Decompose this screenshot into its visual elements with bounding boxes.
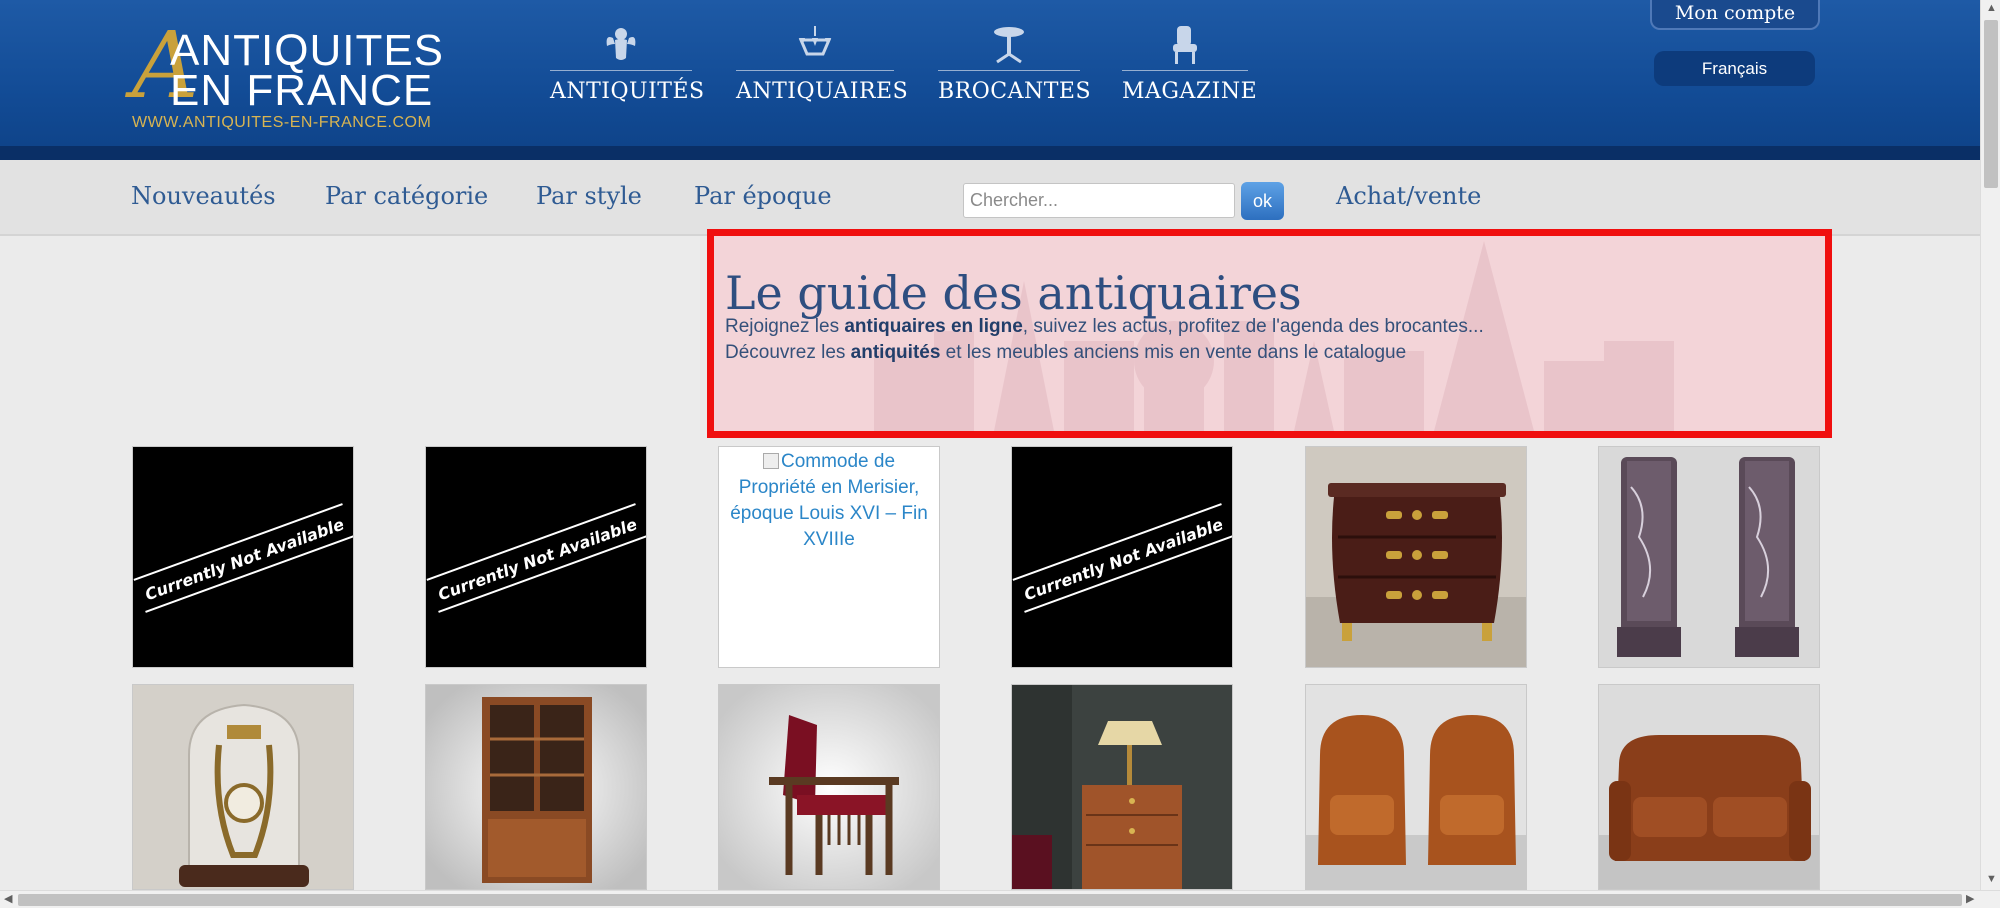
scroll-down-arrow-icon[interactable]: ▼ — [1986, 874, 1997, 885]
leather-armchairs-photo — [1306, 685, 1526, 889]
nav-label: ANTIQUITÉS — [550, 79, 705, 104]
commode-photo — [1306, 447, 1526, 667]
search-ok-button[interactable]: ok — [1241, 182, 1284, 220]
nav-divider — [938, 70, 1080, 71]
reclining-chair-photo — [719, 685, 939, 889]
broken-image-icon — [762, 453, 779, 469]
product-tile[interactable] — [1011, 684, 1233, 890]
nav-label: ANTIQUAIRES — [736, 79, 909, 104]
subnav-par-epoque[interactable]: Par époque — [694, 182, 832, 210]
product-tile[interactable] — [132, 684, 354, 890]
svg-text:Currently Not Available: Currently Not Available — [1022, 514, 1226, 604]
header-stripe — [0, 146, 1980, 160]
logo-url: WWW.ANTIQUITES-EN-FRANCE.COM — [132, 114, 432, 131]
scroll-up-arrow-icon[interactable]: ▲ — [1986, 3, 1997, 14]
banner-text-line-1: Rejoignez les antiquaires en ligne, suiv… — [725, 316, 1484, 337]
svg-text:Currently Not Available: Currently Not Available — [143, 514, 347, 604]
product-tile[interactable]: Currently Not Available — [425, 446, 647, 668]
nav-divider — [1122, 70, 1248, 71]
link-antiquaires-en-ligne[interactable]: antiquaires en ligne — [844, 316, 1022, 337]
leather-sofa-photo — [1599, 685, 1819, 889]
bedside-table-photo — [1012, 685, 1232, 889]
scroll-right-arrow-icon[interactable]: ▶ — [1966, 894, 1974, 905]
product-tile[interactable]: Currently Not Available — [1011, 446, 1233, 668]
product-tile[interactable] — [1305, 446, 1527, 668]
product-tile[interactable] — [1598, 446, 1820, 668]
product-tile[interactable] — [1305, 684, 1527, 890]
scroll-left-arrow-icon[interactable]: ◀ — [4, 894, 12, 905]
nav-label: MAGAZINE — [1122, 79, 1258, 104]
subnav-achat-vente[interactable]: Achat/vente — [1336, 182, 1481, 210]
vertical-scrollbar[interactable]: ▲ ▼ — [1980, 0, 2000, 890]
product-tile[interactable] — [718, 684, 940, 890]
site-header: A ANTIQUITES EN FRANCE WWW.ANTIQUITES-EN… — [0, 0, 1980, 160]
cherub-icon — [606, 28, 636, 60]
svg-text:Currently Not Available: Currently Not Available — [436, 514, 640, 604]
nav-antiquites[interactable]: ANTIQUITÉS — [550, 24, 705, 114]
site-logo[interactable]: A ANTIQUITES EN FRANCE WWW.ANTIQUITES-EN… — [130, 20, 450, 136]
product-image-alt-text[interactable]: Commode de Propriété en Merisier, époque… — [719, 449, 939, 553]
subnav-par-style[interactable]: Par style — [536, 182, 642, 210]
banner-title: Le guide des antiquaires — [725, 266, 1302, 320]
nav-label: BROCANTES — [938, 79, 1092, 104]
nav-divider — [736, 70, 894, 71]
account-button[interactable]: Mon compte — [1650, 0, 1820, 30]
marble-columns-photo — [1599, 447, 1819, 667]
nav-divider — [550, 70, 692, 71]
nav-brocantes[interactable]: BROCANTES — [938, 24, 1092, 114]
logo-line-2: EN FRANCE — [170, 66, 434, 115]
not-available-graphic: Currently Not Available — [426, 503, 646, 613]
guide-banner: Le guide des antiquaires Rejoignez les a… — [707, 229, 1832, 438]
nav-antiquaires[interactable]: ANTIQUAIRES — [736, 24, 909, 114]
secondary-nav: Nouveautés Par catégorie Par style Par é… — [0, 160, 1980, 236]
horizontal-scrollbar[interactable]: ◀ ▶ — [0, 890, 2000, 908]
product-tile[interactable] — [1598, 684, 1820, 890]
product-tile[interactable]: Commode de Propriété en Merisier, époque… — [718, 446, 940, 668]
lyre-clock-photo — [133, 685, 353, 889]
product-tile[interactable]: Currently Not Available — [132, 446, 354, 668]
subnav-nouveautes[interactable]: Nouveautés — [131, 182, 276, 210]
link-antiquites[interactable]: antiquités — [851, 342, 941, 363]
armchair-icon — [1173, 26, 1197, 64]
horizontal-scroll-thumb[interactable] — [18, 894, 1962, 906]
banner-text-line-2: Découvrez les antiquités et les meubles … — [725, 342, 1407, 363]
language-button[interactable]: Français — [1654, 51, 1815, 86]
not-available-graphic: Currently Not Available — [1012, 503, 1232, 613]
product-tile[interactable] — [425, 684, 647, 890]
not-available-graphic: Currently Not Available — [133, 503, 353, 613]
gueridon-table-icon — [994, 27, 1024, 64]
chandelier-icon — [798, 26, 832, 56]
cabinet-photo — [426, 685, 646, 889]
vertical-scroll-thumb[interactable] — [1984, 20, 1998, 188]
nav-magazine[interactable]: MAGAZINE — [1122, 24, 1258, 114]
subnav-par-categorie[interactable]: Par catégorie — [325, 182, 488, 210]
search-input[interactable] — [963, 183, 1235, 218]
